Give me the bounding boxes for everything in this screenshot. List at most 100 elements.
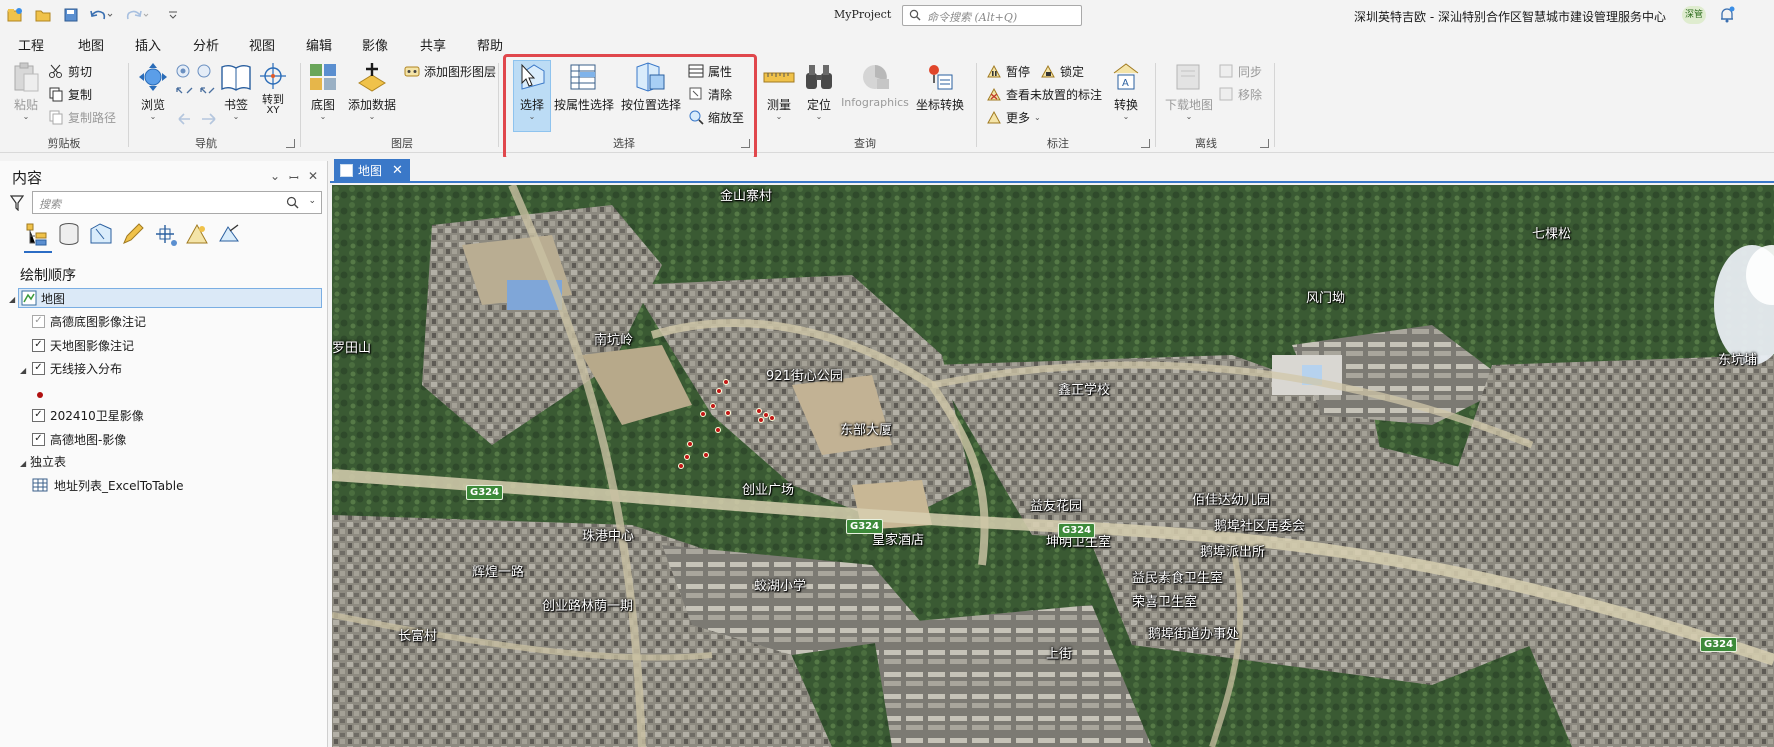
view-unplaced-labels-button[interactable]: 查看未放置的标注 (986, 84, 1102, 104)
layer-visibility-checkbox[interactable]: ✓ (32, 338, 45, 352)
close-icon[interactable]: ✕ (308, 169, 318, 183)
layer-visibility-checkbox[interactable]: ✓ (32, 314, 45, 328)
lock-labels-button[interactable]: 锁定 (1040, 61, 1084, 81)
bookmarks-button[interactable]: 书签 ⌄ (219, 61, 253, 121)
access-point-marker[interactable] (756, 408, 762, 414)
copy-button[interactable]: 复制 (48, 84, 92, 104)
access-point-marker[interactable] (723, 379, 729, 385)
list-by-perspective-imagery-icon[interactable] (216, 221, 242, 247)
list-by-editing-icon[interactable] (120, 221, 146, 247)
convert-labels-button[interactable]: A 转换 ⌄ (1108, 61, 1144, 121)
group-label-navigate: 导航 (195, 137, 217, 150)
open-project-icon[interactable] (34, 6, 52, 24)
avatar[interactable]: 深管 (1682, 6, 1706, 24)
layer-visibility-checkbox[interactable]: ✓ (32, 432, 45, 446)
standalone-tables-heading[interactable]: 独立表 (30, 451, 66, 471)
paste-button[interactable]: 粘贴 ⌄ (10, 61, 42, 121)
list-by-labeling-icon[interactable] (184, 221, 210, 247)
access-point-marker[interactable] (725, 410, 731, 416)
notification-bell-icon[interactable] (1718, 6, 1736, 24)
layer-visibility-checkbox[interactable]: ✓ (32, 361, 45, 375)
command-search-input[interactable]: 命令搜索 (Alt+Q) (902, 5, 1082, 26)
pane-options-icon[interactable]: ⌄ (270, 169, 280, 183)
access-point-marker[interactable] (715, 427, 721, 433)
undo-button[interactable] (88, 6, 114, 24)
tab-view[interactable]: 视图 (249, 35, 275, 54)
remove-offline-button[interactable]: 移除 (1218, 84, 1262, 104)
access-point-marker[interactable] (687, 441, 693, 447)
drawing-order-heading: 绘制顺序 (20, 268, 76, 284)
basemap-button[interactable]: 底图 ⌄ (306, 61, 340, 121)
place-label: 益民素食卫生室 (1132, 571, 1224, 586)
collapse-layer-icon[interactable]: ◢ (20, 366, 26, 375)
more-labels-button[interactable]: 更多 ⌄ (986, 107, 1041, 127)
tab-map-view[interactable]: 地图 ✕ (334, 159, 410, 181)
tab-share[interactable]: 共享 (420, 35, 446, 54)
layer-visibility-checkbox[interactable]: ✓ (32, 408, 45, 422)
layer-row[interactable]: ✓ 高德地图-影像 (32, 429, 126, 449)
locate-button[interactable]: 定位 ⌄ (802, 61, 836, 121)
offline-dialog-launcher[interactable] (1260, 139, 1269, 148)
tab-map[interactable]: 地图 (75, 35, 107, 59)
project-name: MyProject (834, 8, 892, 21)
access-point-marker[interactable] (700, 411, 706, 417)
add-graphics-layer-button[interactable]: 添加图形图层 (404, 61, 496, 81)
infographics-button[interactable]: Infographics (840, 61, 910, 109)
save-project-icon[interactable] (62, 6, 80, 24)
list-by-snapping-icon[interactable] (152, 221, 178, 247)
filter-icon[interactable] (10, 195, 24, 211)
pin-icon[interactable]: ꟷ (289, 169, 299, 186)
convert-label-icon: A (1113, 63, 1139, 90)
point-symbol (37, 392, 43, 398)
tab-edit[interactable]: 编辑 (306, 35, 332, 54)
access-point-marker[interactable] (678, 463, 684, 469)
layer-row[interactable]: ✓ 天地图影像注记 (32, 335, 134, 355)
explore-button[interactable]: 浏览 ⌄ (136, 61, 170, 121)
map-canvas[interactable]: 金山寨村 七棵松 风门坳 罗田山 南坑岭 921街心公园 东坑埔 鑫正学校 东部… (332, 185, 1774, 747)
access-point-marker[interactable] (769, 415, 775, 421)
copy-path-button[interactable]: 复制路径 (48, 107, 116, 127)
cut-button[interactable]: 剪切 (48, 61, 92, 81)
close-icon[interactable]: ✕ (392, 163, 403, 178)
tab-analysis[interactable]: 分析 (193, 35, 219, 54)
access-point-marker[interactable] (716, 388, 722, 394)
highway-shield: G324 (846, 519, 884, 534)
navigate-dialog-launcher[interactable] (286, 139, 295, 148)
tab-insert[interactable]: 插入 (135, 35, 161, 54)
access-point-marker[interactable] (684, 454, 690, 460)
list-by-drawing-order-icon[interactable] (24, 221, 50, 247)
access-point-marker[interactable] (758, 417, 764, 423)
collapse-map-icon[interactable]: ◢ (9, 295, 15, 304)
list-by-source-icon[interactable] (56, 221, 82, 247)
group-label-layer: 图层 (391, 137, 413, 150)
sync-button[interactable]: 同步 (1218, 61, 1262, 81)
pause-labels-button[interactable]: 暂停 (986, 61, 1030, 81)
chevron-down-icon[interactable]: ⌄ (308, 196, 316, 206)
add-data-button[interactable]: 添加数据 ⌄ (346, 61, 398, 121)
tab-project[interactable]: 工程 (18, 35, 44, 54)
goto-xy-button[interactable]: 转到 XY (258, 61, 288, 116)
list-by-selection-icon[interactable] (88, 221, 114, 247)
table-row[interactable]: 地址列表_ExcelToTable (32, 475, 183, 495)
new-project-icon[interactable] (6, 6, 24, 24)
layer-row[interactable]: ✓ 高德底图影像注记 (32, 311, 146, 331)
download-map-button[interactable]: 下载地图 ⌄ (1162, 61, 1216, 121)
measure-button[interactable]: 测量 ⌄ (762, 61, 796, 121)
collapse-tables-icon[interactable]: ◢ (20, 459, 26, 468)
convert-coordinates-button[interactable]: 坐标转换 (914, 61, 966, 113)
previous-next-extent-icons[interactable] (176, 111, 220, 127)
redo-button[interactable] (124, 6, 150, 24)
ruler-icon (763, 72, 795, 83)
access-point-marker[interactable] (703, 452, 709, 458)
title-bar: MyProject 命令搜索 (Alt+Q) 深圳英特吉欧 - 深汕特别合作区智… (0, 0, 1774, 30)
layer-row[interactable]: ✓ 202410卫星影像 (32, 405, 144, 425)
labeling-dialog-launcher[interactable] (1141, 139, 1150, 148)
zoom-extent-icons[interactable] (174, 63, 218, 107)
customize-toolbar-icon[interactable] (166, 6, 180, 24)
layer-row[interactable]: ✓ 无线接入分布 (32, 358, 122, 378)
contents-search-input[interactable]: 搜索 ⌄ (32, 191, 322, 214)
map-node[interactable]: 地图 (18, 288, 322, 308)
tab-help[interactable]: 帮助 (477, 35, 503, 54)
tab-imagery[interactable]: 影像 (362, 35, 388, 54)
access-point-marker[interactable] (710, 403, 716, 409)
